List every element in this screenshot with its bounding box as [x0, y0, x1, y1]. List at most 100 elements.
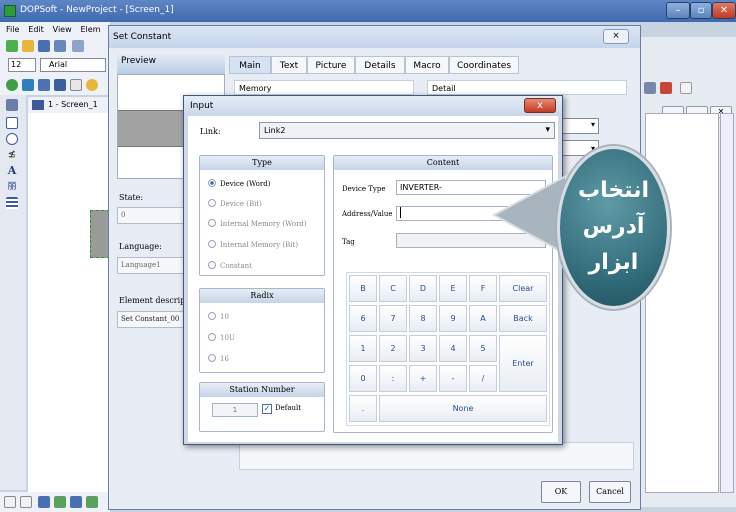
- radio-radix-10u[interactable]: 10U: [208, 333, 235, 342]
- key-9[interactable]: 9: [439, 305, 467, 332]
- close-button[interactable]: ✕: [712, 2, 736, 19]
- key-0[interactable]: 0: [349, 365, 377, 392]
- cancel-button[interactable]: Cancel: [589, 481, 631, 503]
- font-name-select[interactable]: Arial: [40, 58, 106, 72]
- key-2[interactable]: 2: [379, 335, 407, 362]
- state-field[interactable]: 0: [117, 207, 185, 224]
- tab-main[interactable]: Main: [229, 56, 271, 74]
- ok-button[interactable]: OK: [541, 481, 581, 503]
- meter-element-icon[interactable]: [54, 79, 66, 91]
- station-number-group: Station Number 1 ✓ Default: [199, 382, 325, 432]
- key-plus[interactable]: +: [409, 365, 437, 392]
- key-minus[interactable]: -: [439, 365, 467, 392]
- element-description-field[interactable]: Set Constant_00: [117, 311, 185, 328]
- key-e[interactable]: E: [439, 275, 467, 302]
- station-number-spinner[interactable]: 1: [212, 403, 258, 417]
- rectangle-tool-icon[interactable]: [6, 117, 18, 129]
- tab-macro[interactable]: Macro: [405, 56, 449, 74]
- key-3[interactable]: 3: [409, 335, 437, 362]
- circle-tool-icon[interactable]: [6, 133, 18, 145]
- key-back[interactable]: Back: [499, 305, 547, 332]
- callout-line-1: انتخاب: [577, 178, 649, 203]
- default-checkbox[interactable]: ✓: [262, 404, 272, 414]
- preview-label: Preview: [117, 54, 225, 74]
- menu-element[interactable]: Elem: [81, 25, 101, 34]
- key-none[interactable]: None: [379, 395, 547, 422]
- align-center-icon[interactable]: [20, 496, 32, 508]
- minimize-button[interactable]: –: [666, 2, 690, 19]
- state-label: State:: [119, 193, 144, 202]
- button-element-icon[interactable]: [6, 79, 18, 91]
- key-7[interactable]: 7: [379, 305, 407, 332]
- menu-edit[interactable]: Edit: [28, 25, 44, 34]
- screen-canvas[interactable]: [28, 113, 110, 498]
- key-8[interactable]: 8: [409, 305, 437, 332]
- ungroup-icon[interactable]: [54, 496, 66, 508]
- pencil-icon[interactable]: [6, 99, 18, 111]
- radio-device-word[interactable]: Device (Word): [208, 179, 270, 188]
- layer-icon[interactable]: [660, 82, 672, 94]
- radio-internal-memory-bit[interactable]: Internal Memory (Bit): [208, 240, 298, 249]
- bring-front-icon[interactable]: [70, 496, 82, 508]
- key-a[interactable]: A: [469, 305, 497, 332]
- radix-group-header: Radix: [200, 289, 324, 303]
- new-project-icon[interactable]: [6, 40, 18, 52]
- language-field[interactable]: Language1: [117, 257, 185, 274]
- save-all-icon[interactable]: [54, 40, 66, 52]
- input-dialog-close-button[interactable]: x: [524, 98, 556, 113]
- tab-screen-1[interactable]: 1 - Screen_1: [28, 97, 110, 113]
- tab-picture[interactable]: Picture: [307, 56, 355, 74]
- key-b[interactable]: B: [349, 275, 377, 302]
- radio-constant[interactable]: Constant: [208, 261, 252, 270]
- drawing-tools: ≴ A 丽: [0, 95, 26, 490]
- radio-internal-memory-word[interactable]: Internal Memory (Word): [208, 219, 307, 228]
- key-clear[interactable]: Clear: [499, 275, 547, 302]
- key-f[interactable]: F: [469, 275, 497, 302]
- lamp-element-icon[interactable]: [22, 79, 34, 91]
- set-constant-close-button[interactable]: ⨯: [603, 29, 629, 44]
- input-dialog-title: Input: [184, 96, 562, 116]
- open-folder-icon[interactable]: [22, 40, 34, 52]
- align-icon[interactable]: [644, 82, 656, 94]
- font-size-select[interactable]: 12: [8, 58, 36, 72]
- key-dot[interactable]: .: [349, 395, 377, 422]
- key-1[interactable]: 1: [349, 335, 377, 362]
- key-d[interactable]: D: [409, 275, 437, 302]
- tab-text[interactable]: Text: [271, 56, 307, 74]
- selected-element[interactable]: [90, 210, 110, 258]
- undo-icon[interactable]: [72, 40, 84, 52]
- link-select[interactable]: Link2: [259, 122, 555, 139]
- maximize-button[interactable]: ▫: [690, 2, 712, 19]
- tab-coordinates[interactable]: Coordinates: [449, 56, 519, 74]
- menu-view[interactable]: View: [53, 25, 72, 34]
- switch-element-icon[interactable]: [38, 79, 50, 91]
- key-5[interactable]: 5: [469, 335, 497, 362]
- memory-section-header: Memory: [234, 80, 414, 95]
- key-6[interactable]: 6: [349, 305, 377, 332]
- key-colon[interactable]: :: [379, 365, 407, 392]
- key-slash[interactable]: /: [469, 365, 497, 392]
- indicator-element-icon[interactable]: [86, 79, 98, 91]
- key-c[interactable]: C: [379, 275, 407, 302]
- radio-radix-10[interactable]: 10: [208, 312, 229, 321]
- send-back-icon[interactable]: [86, 496, 98, 508]
- detail-section-header: Detail: [427, 80, 627, 95]
- vertical-text-icon[interactable]: 丽: [6, 181, 18, 193]
- group-icon[interactable]: [38, 496, 50, 508]
- radio-device-bit[interactable]: Device (Bit): [208, 199, 262, 208]
- table-tool-icon[interactable]: [6, 197, 18, 209]
- polyline-tool-icon[interactable]: ≴: [6, 149, 18, 161]
- radio-radix-16[interactable]: 16: [208, 354, 229, 363]
- vertical-scrollbar[interactable]: [720, 113, 734, 493]
- standard-toolbar: [0, 37, 110, 55]
- link-label: Link:: [200, 127, 221, 136]
- grid-icon[interactable]: [680, 82, 692, 94]
- align-left-icon[interactable]: [4, 496, 16, 508]
- key-enter[interactable]: Enter: [499, 335, 547, 392]
- bar-element-icon[interactable]: [70, 79, 82, 91]
- save-icon[interactable]: [38, 40, 50, 52]
- key-4[interactable]: 4: [439, 335, 467, 362]
- text-tool-icon[interactable]: A: [6, 165, 18, 177]
- tab-details[interactable]: Details: [355, 56, 405, 74]
- menu-file[interactable]: File: [6, 25, 19, 34]
